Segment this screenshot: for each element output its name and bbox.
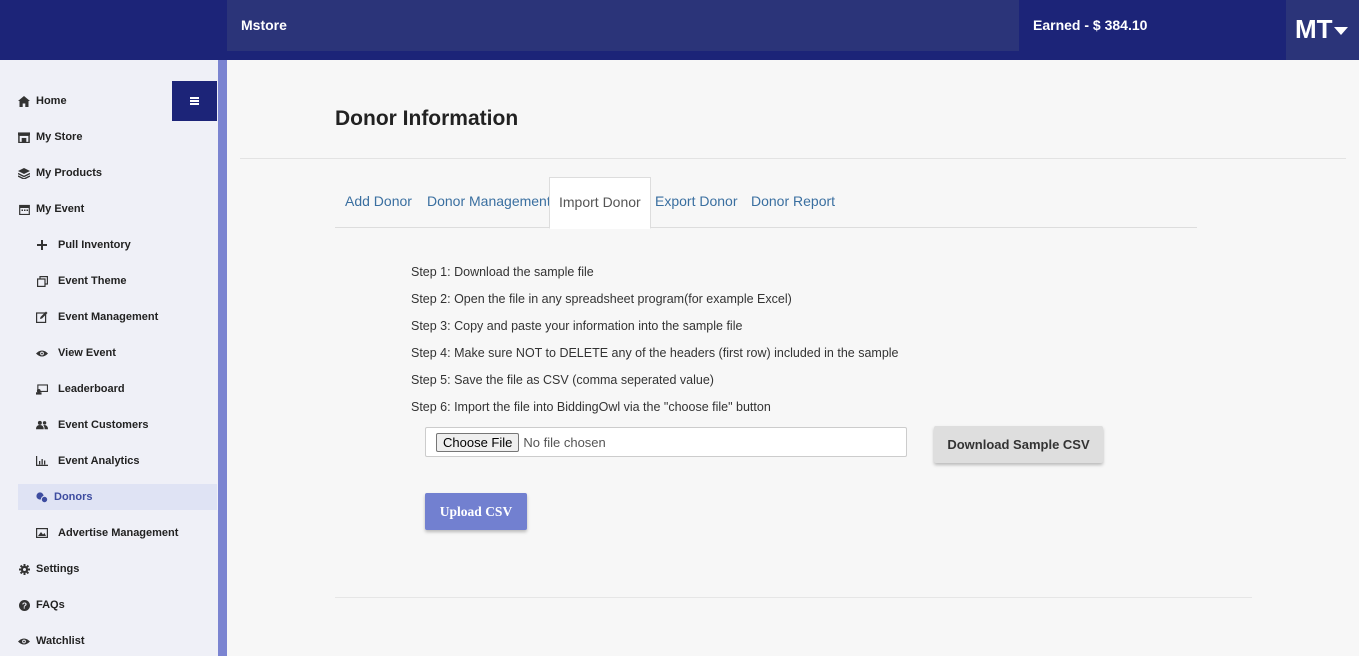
sidebar-item-label: Leaderboard bbox=[58, 383, 125, 395]
sidebar-item-label: My Products bbox=[36, 167, 103, 179]
caret-down-icon bbox=[1333, 27, 1348, 36]
sidebar-item-view-event[interactable]: View Event bbox=[36, 340, 217, 366]
user-menu[interactable]: MT bbox=[1286, 0, 1359, 60]
sidebar-item-event-management[interactable]: Event Management bbox=[36, 304, 217, 330]
tab-donor-management[interactable]: Donor Management bbox=[427, 177, 551, 228]
choose-file-button[interactable]: Choose File bbox=[436, 432, 520, 452]
tab-bar: Add Donor Donor Management Import Donor … bbox=[335, 177, 1197, 229]
step-1: Step 1: Download the sample file bbox=[411, 265, 594, 279]
step-5: Step 5: Save the file as CSV (comma sepe… bbox=[411, 373, 714, 387]
eye-icon bbox=[18, 635, 30, 647]
page-title: Donor Information bbox=[335, 107, 519, 130]
top-bar: Mstore Earned - $ 384.10 MT bbox=[0, 0, 1359, 60]
sidebar-item-label: FAQs bbox=[36, 599, 65, 611]
sidebar-item-donors[interactable]: Donors bbox=[18, 484, 217, 510]
store-name: Mstore bbox=[227, 0, 1019, 51]
sidebar-item-settings[interactable]: Settings bbox=[18, 556, 217, 582]
earned-amount: Earned - $ 384.10 bbox=[1033, 17, 1148, 33]
sidebar-item-label: Event Management bbox=[58, 311, 159, 323]
ad-icon bbox=[36, 527, 48, 539]
calendar-icon bbox=[18, 203, 30, 215]
csv-file-input[interactable]: Choose File No file chosen bbox=[425, 427, 907, 457]
sidebar-item-label: Watchlist bbox=[36, 635, 85, 647]
divider bbox=[240, 158, 1346, 159]
sidebar-item-label: Event Theme bbox=[58, 275, 127, 287]
eye-icon bbox=[36, 347, 48, 359]
step-6: Step 6: Import the file into BiddingOwl … bbox=[411, 400, 771, 414]
sidebar-item-my-event[interactable]: My Event bbox=[18, 196, 217, 222]
leaderboard-icon bbox=[36, 383, 48, 395]
sidebar-item-my-products[interactable]: My Products bbox=[18, 160, 217, 186]
sidebar-scrollbar[interactable] bbox=[218, 60, 227, 656]
store-icon bbox=[18, 131, 30, 143]
tab-add-donor[interactable]: Add Donor bbox=[345, 177, 412, 228]
sidebar-item-event-theme[interactable]: Event Theme bbox=[36, 268, 217, 294]
sidebar-item-my-store[interactable]: My Store bbox=[18, 124, 217, 150]
sidebar-item-label: Home bbox=[36, 95, 67, 107]
edit-icon bbox=[36, 311, 48, 323]
plus-icon bbox=[36, 239, 48, 251]
sidebar-item-label: Donors bbox=[54, 491, 93, 503]
divider bbox=[335, 597, 1252, 598]
chart-icon bbox=[36, 455, 48, 467]
home-icon bbox=[18, 95, 30, 107]
tab-export-donor[interactable]: Export Donor bbox=[655, 177, 737, 228]
sidebar-item-label: Event Analytics bbox=[58, 455, 140, 467]
layers-icon bbox=[18, 167, 30, 179]
svg-text:?: ? bbox=[21, 600, 26, 610]
question-icon: ? bbox=[18, 599, 30, 611]
donors-icon bbox=[36, 491, 48, 503]
step-4: Step 4: Make sure NOT to DELETE any of t… bbox=[411, 346, 899, 360]
file-status: No file chosen bbox=[523, 434, 606, 450]
sidebar-item-label: My Event bbox=[36, 203, 85, 215]
sidebar-item-event-customers[interactable]: Event Customers bbox=[36, 412, 217, 438]
sidebar-item-watchlist[interactable]: Watchlist bbox=[18, 628, 217, 654]
sidebar-item-pull-inventory[interactable]: Pull Inventory bbox=[36, 232, 217, 258]
sidebar-item-label: Pull Inventory bbox=[58, 239, 131, 251]
sidebar-item-home[interactable]: Home bbox=[18, 88, 217, 114]
tab-donor-report[interactable]: Donor Report bbox=[751, 177, 835, 228]
sidebar-item-leaderboard[interactable]: Leaderboard bbox=[36, 376, 217, 402]
users-icon bbox=[36, 419, 48, 431]
tab-import-donor[interactable]: Import Donor bbox=[549, 177, 651, 229]
sidebar-item-label: Settings bbox=[36, 563, 80, 575]
avatar-initials: MT bbox=[1295, 14, 1333, 44]
import-steps: Step 1: Download the sample file Step 2:… bbox=[411, 263, 899, 425]
main-content: Donor Information Add Donor Donor Manage… bbox=[227, 60, 1359, 656]
upload-csv-button[interactable]: Upload CSV bbox=[425, 493, 527, 530]
step-2: Step 2: Open the file in any spreadsheet… bbox=[411, 292, 792, 306]
sidebar-item-event-analytics[interactable]: Event Analytics bbox=[36, 448, 217, 474]
step-3: Step 3: Copy and paste your information … bbox=[411, 319, 743, 333]
copy-icon bbox=[36, 275, 48, 287]
download-sample-csv-button[interactable]: Download Sample CSV bbox=[934, 426, 1103, 463]
sidebar-item-label: View Event bbox=[58, 347, 116, 359]
sidebar-item-label: Event Customers bbox=[58, 419, 149, 431]
gear-icon bbox=[18, 563, 30, 575]
sidebar-item-label: My Store bbox=[36, 131, 83, 143]
sidebar-item-faqs[interactable]: ? FAQs bbox=[18, 592, 217, 618]
sidebar-item-advertise-management[interactable]: Advertise Management bbox=[36, 520, 217, 546]
sidebar-item-label: Advertise Management bbox=[58, 527, 179, 539]
